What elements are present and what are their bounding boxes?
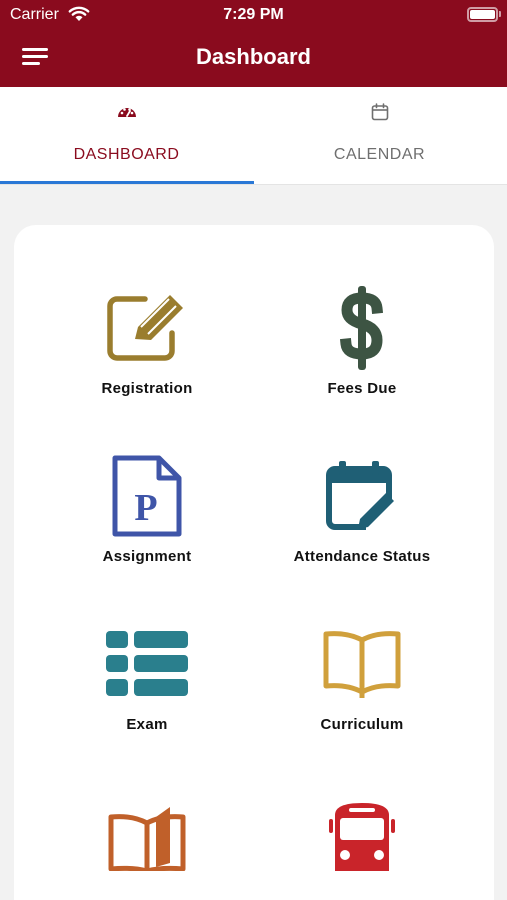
tile-books[interactable] bbox=[37, 792, 257, 900]
status-bar: Carrier 7:29 PM bbox=[0, 0, 507, 30]
dollar-sign-icon bbox=[339, 286, 384, 370]
svg-text:P: P bbox=[134, 487, 157, 529]
tile-bus[interactable] bbox=[252, 792, 472, 900]
tile-registration-label: Registration bbox=[101, 380, 193, 397]
tile-assignment[interactable]: P Assignment bbox=[37, 455, 257, 596]
tab-calendar-label: CALENDAR bbox=[333, 146, 426, 163]
battery-cap bbox=[499, 11, 501, 17]
tile-curriculum[interactable]: Curriculum bbox=[252, 624, 472, 764]
calendar-edit-icon bbox=[326, 461, 394, 533]
tab-bar: DASHBOARD CALENDAR bbox=[0, 87, 507, 185]
tile-curriculum-label: Curriculum bbox=[320, 716, 404, 733]
document-p-icon: P bbox=[112, 455, 182, 537]
tile-exam-label: Exam bbox=[126, 716, 168, 733]
tile-registration[interactable]: Registration bbox=[37, 288, 257, 428]
tile-attendance-status-label: Attendance Status bbox=[293, 548, 431, 565]
dashboard-gauge-icon bbox=[117, 108, 136, 117]
dashboard-card: Registration Fees Due P Assignment Atten… bbox=[14, 225, 494, 900]
status-time: 7:29 PM bbox=[223, 6, 284, 23]
battery-icon bbox=[467, 7, 498, 22]
tab-dashboard[interactable]: DASHBOARD bbox=[0, 87, 253, 185]
books-icon bbox=[108, 807, 186, 871]
open-book-icon bbox=[323, 631, 401, 698]
tile-attendance-status[interactable]: Attendance Status bbox=[252, 456, 472, 596]
tab-dashboard-label: DASHBOARD bbox=[73, 146, 180, 163]
edit-pencil-icon bbox=[107, 295, 183, 361]
bus-icon bbox=[329, 803, 395, 871]
tile-fees-due-label: Fees Due bbox=[327, 380, 397, 397]
tile-assignment-label: Assignment bbox=[102, 548, 192, 565]
active-tab-indicator bbox=[0, 181, 254, 184]
page-title: Dashboard bbox=[196, 44, 311, 69]
app-header: Carrier 7:29 PM Dashboard bbox=[0, 0, 507, 87]
calendar-icon bbox=[371, 103, 388, 121]
tile-exam[interactable]: Exam bbox=[37, 624, 257, 764]
list-icon bbox=[106, 631, 188, 696]
tile-fees-due[interactable]: Fees Due bbox=[252, 286, 472, 428]
tab-calendar[interactable]: CALENDAR bbox=[253, 87, 506, 185]
